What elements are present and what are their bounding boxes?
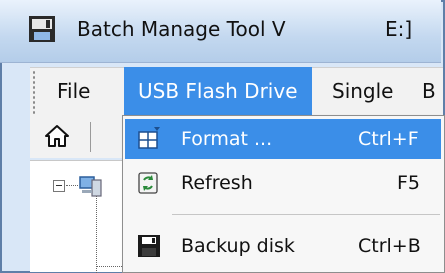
menu-item-label: Refresh xyxy=(181,172,253,194)
app-icon xyxy=(29,16,55,42)
menu-item-label: Backup disk xyxy=(181,235,295,257)
collapse-icon[interactable] xyxy=(53,180,65,192)
floppy-disk-icon xyxy=(138,235,160,257)
computer-icon[interactable] xyxy=(78,174,104,198)
menu-single[interactable]: Single xyxy=(326,67,399,115)
tree-connector-child xyxy=(97,266,122,268)
window-path: E:] xyxy=(385,17,413,41)
menu-item-shortcut: F5 xyxy=(397,172,421,194)
menu-item-shortcut: Ctrl+B xyxy=(358,235,421,257)
menu-item-backup-disk[interactable]: Backup disk Ctrl+B xyxy=(125,226,441,266)
home-icon[interactable] xyxy=(44,123,70,149)
menu-item-refresh[interactable]: Refresh F5 xyxy=(125,163,441,203)
tree-connector xyxy=(66,185,78,187)
toolbar-separator xyxy=(90,122,91,152)
menu-file[interactable]: File xyxy=(49,67,98,115)
menu-item-format[interactable]: Format ... Ctrl+F xyxy=(125,119,441,159)
menubar-grip[interactable] xyxy=(32,70,36,114)
refresh-icon xyxy=(138,172,158,194)
window-title: Batch Manage Tool V xyxy=(77,17,286,41)
menu-item-shortcut: Ctrl+F xyxy=(358,128,419,150)
menu-item-label: Format ... xyxy=(181,128,273,150)
title-bar[interactable]: Batch Manage Tool V E:] xyxy=(0,0,441,63)
menu-truncated[interactable]: B xyxy=(418,67,440,115)
tree-connector-vertical xyxy=(96,196,98,273)
menu-separator xyxy=(172,214,440,215)
menu-usb-flash-drive[interactable]: USB Flash Drive xyxy=(124,67,312,115)
format-icon xyxy=(138,127,160,149)
